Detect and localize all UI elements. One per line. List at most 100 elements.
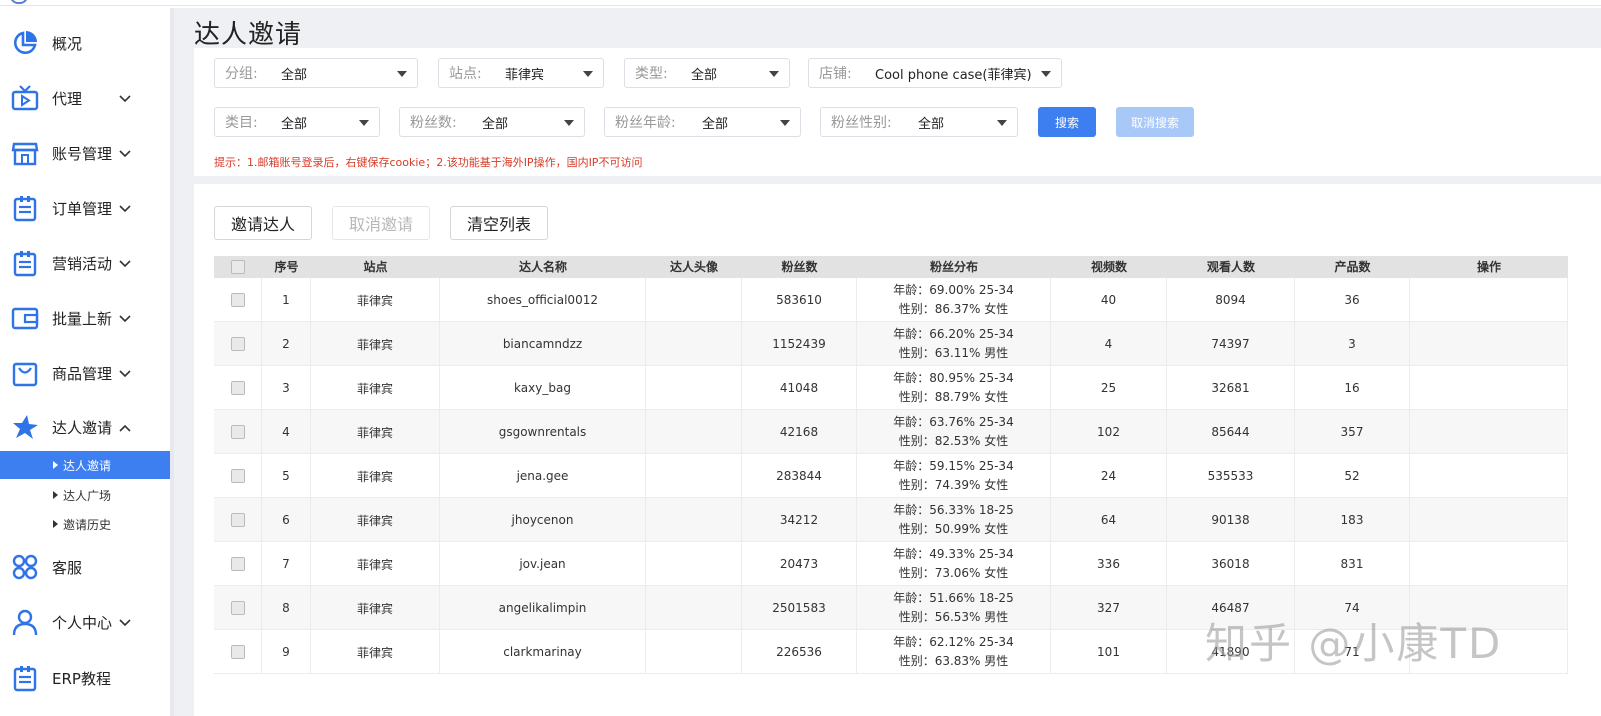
fans-distribution: 年龄：69.00% 25-34 性别：86.37% 女性: [857, 278, 1051, 322]
caret-down-icon: [583, 71, 593, 77]
sidebar-item-products[interactable]: 商品管理: [0, 353, 170, 393]
row-checkbox[interactable]: [230, 469, 245, 483]
row-checkbox-cell: [214, 410, 262, 454]
chevron-down-icon[interactable]: [118, 366, 132, 380]
group-select[interactable]: 分组: 全部: [214, 58, 418, 88]
table-row: 2 菲律宾 biancamndzz 1152439 年龄：66.20% 25-34 性别：…: [214, 322, 1568, 366]
chevron-down-icon[interactable]: [118, 615, 132, 629]
video-count: 4: [1051, 322, 1167, 366]
chevron-down-icon[interactable]: [118, 256, 132, 270]
type-select[interactable]: 类型: 全部: [624, 58, 790, 88]
sidebar-item-batch[interactable]: 批量上新: [0, 298, 170, 338]
category-select[interactable]: 类目: 全部: [214, 107, 380, 137]
avatar: [646, 586, 742, 630]
row-checkbox-cell: [214, 542, 262, 586]
chevron-down-icon[interactable]: [118, 146, 132, 160]
view-count: 8094: [1167, 278, 1295, 322]
row-checkbox[interactable]: [230, 425, 245, 439]
avatar: [646, 542, 742, 586]
fans-count: 41048: [742, 366, 857, 410]
row-checkbox[interactable]: [230, 557, 245, 571]
table-row: 5 菲律宾 jena.gee 283844 年龄：59.15% 25-34 性别：74.3…: [214, 454, 1568, 498]
fans-count: 2501583: [742, 586, 857, 630]
row-checkbox[interactable]: [230, 337, 245, 351]
sidebar-item-agent[interactable]: 代理: [0, 78, 170, 118]
view-count: 36018: [1167, 542, 1295, 586]
caret-down-icon: [564, 120, 574, 126]
site-select[interactable]: 站点: 菲律宾: [438, 58, 604, 88]
sidebar-subitem-1[interactable]: 达人广场: [0, 481, 170, 509]
fans-distribution: 年龄：59.15% 25-34 性别：74.39% 女性: [857, 454, 1051, 498]
row-checkbox[interactable]: [230, 645, 245, 659]
fans-gender-select-value: 全部: [918, 116, 945, 132]
site-cell: 菲律宾: [311, 278, 440, 322]
caret-right-icon: [53, 520, 58, 528]
fans-count: 1152439: [742, 322, 857, 366]
cancel-search-button[interactable]: 取消搜索: [1116, 107, 1194, 137]
fans-gender-distribution: 性别：86.37% 女性: [898, 302, 1009, 316]
sidebar-item-erp[interactable]: ERP教程: [0, 658, 170, 698]
chevron-down-icon[interactable]: [118, 311, 132, 325]
fans-gender-select[interactable]: 粉丝性别: 全部: [820, 107, 1018, 137]
invite-button[interactable]: 邀请达人: [214, 206, 312, 240]
view-count: 90138: [1167, 498, 1295, 542]
row-checkbox[interactable]: [230, 601, 245, 615]
video-count: 327: [1051, 586, 1167, 630]
avatar: [646, 454, 742, 498]
chevron-down-icon[interactable]: [118, 201, 132, 215]
row-number: 4: [262, 410, 311, 454]
filter-panel: 分组: 全部 站点: 菲律宾 类型: 全部 店铺: Cool phone cas…: [194, 48, 1601, 176]
view-count: 74397: [1167, 322, 1295, 366]
product-count: 36: [1295, 278, 1410, 322]
avatar: [646, 630, 742, 674]
row-checkbox-cell: [214, 366, 262, 410]
fans-count: 226536: [742, 630, 857, 674]
chevron-down-icon[interactable]: [118, 91, 132, 105]
caret-right-icon: [53, 491, 58, 499]
group-select-value: 全部: [281, 67, 308, 83]
fans-gender-distribution: 性别：74.39% 女性: [898, 478, 1009, 492]
sidebar-item-marketing[interactable]: 营销活动: [0, 243, 170, 283]
sidebar-item-overview[interactable]: 概况: [0, 23, 170, 63]
sidebar-item-label: 代理: [52, 89, 83, 108]
table-row: 6 菲律宾 jhoycenon 34212 年龄：56.33% 18-25 性别：50.9…: [214, 498, 1568, 542]
caret-down-icon: [359, 120, 369, 126]
row-checkbox[interactable]: [230, 513, 245, 527]
row-checkbox[interactable]: [230, 381, 245, 395]
sidebar-item-profile[interactable]: 个人中心: [0, 602, 170, 642]
sidebar-subitem-0[interactable]: 达人邀请: [0, 451, 170, 479]
fans-count: 34212: [742, 498, 857, 542]
video-count: 101: [1051, 630, 1167, 674]
sidebar-item-accounts[interactable]: 账号管理: [0, 133, 170, 173]
sidebar-subitem-2[interactable]: 邀请历史: [0, 510, 170, 538]
shop-select[interactable]: 店铺: Cool phone case(菲律宾): [808, 58, 1062, 88]
column-header: 站点: [363, 260, 388, 274]
fans-distribution: 年龄：51.66% 18-25 性别：56.53% 男性: [857, 586, 1051, 630]
product-count: 357: [1295, 410, 1410, 454]
sidebar-item-influencer[interactable]: 达人邀请: [0, 407, 170, 447]
sidebar-item-label: 商品管理: [52, 364, 113, 383]
caret-down-icon: [780, 120, 790, 126]
fans-age-select[interactable]: 粉丝年龄: 全部: [604, 107, 801, 137]
clipboard-icon: [10, 248, 40, 278]
fans-gender-distribution: 性别：56.53% 男性: [898, 610, 1009, 624]
caret-down-icon: [1041, 71, 1051, 77]
cancel-invite-button[interactable]: 取消邀请: [332, 206, 430, 240]
video-count: 64: [1051, 498, 1167, 542]
site-select-value: 菲律宾: [505, 67, 545, 83]
select-all-checkbox[interactable]: [231, 260, 245, 274]
row-actions: [1410, 410, 1568, 454]
search-button[interactable]: 搜索: [1038, 107, 1096, 137]
row-checkbox[interactable]: [230, 293, 245, 307]
clear-list-button[interactable]: 清空列表: [450, 206, 548, 240]
site-cell: 菲律宾: [311, 542, 440, 586]
video-count: 336: [1051, 542, 1167, 586]
row-number: 5: [262, 454, 311, 498]
fans-age-select-value: 全部: [702, 116, 729, 132]
fans-select[interactable]: 粉丝数: 全部: [399, 107, 585, 137]
sidebar-item-label: 概况: [52, 34, 83, 53]
sidebar-item-orders[interactable]: 订单管理: [0, 188, 170, 228]
sidebar-item-service[interactable]: 客服: [0, 547, 170, 587]
view-count: 32681: [1167, 366, 1295, 410]
chevron-up-icon[interactable]: [118, 420, 132, 434]
